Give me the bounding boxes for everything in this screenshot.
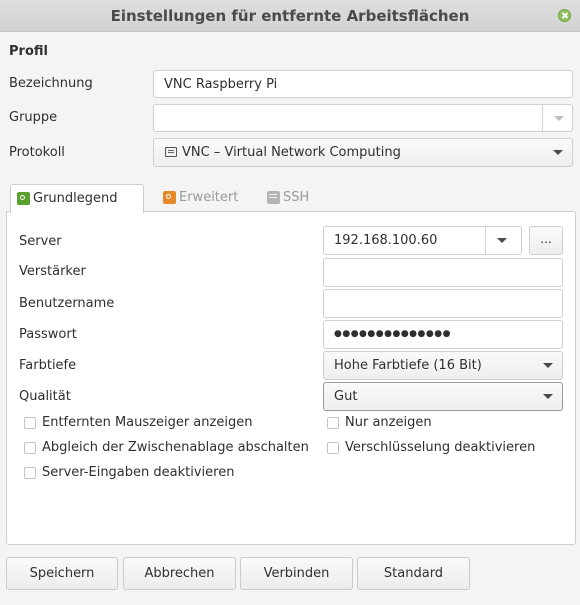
name-value: VNC Raspberry Pi <box>164 77 278 92</box>
group-combo[interactable] <box>153 104 573 132</box>
disable-clipboard-checkbox[interactable] <box>24 442 36 454</box>
quality-value: Gut <box>334 389 358 404</box>
window-title: Einstellungen für entfernte Arbeitsfläch… <box>110 7 470 25</box>
password-value: ●●●●●●●●●●●●●● <box>334 329 451 339</box>
advanced-tab-icon <box>163 191 176 204</box>
username-field[interactable] <box>323 289 563 318</box>
show-cursor-checkbox[interactable] <box>24 417 36 429</box>
view-only-label[interactable]: Nur anzeigen <box>345 415 432 430</box>
username-label: Benutzername <box>19 296 115 311</box>
quality-select[interactable]: Gut <box>323 382 563 411</box>
colordepth-value: Hohe Farbtiefe (16 Bit) <box>334 358 482 373</box>
monitor-icon <box>165 147 177 157</box>
browse-button-label: ... <box>540 232 552 246</box>
connect-button[interactable]: Verbinden <box>240 557 353 590</box>
chevron-down-icon[interactable] <box>532 352 562 379</box>
tab-ssh[interactable]: SSH <box>261 184 321 212</box>
cancel-button[interactable]: Abbrechen <box>123 557 236 590</box>
view-only-checkbox[interactable] <box>327 417 339 429</box>
disable-encryption-label[interactable]: Verschlüsselung deaktivieren <box>345 440 535 455</box>
protocol-label: Protokoll <box>9 145 65 160</box>
protocol-select[interactable]: VNC – Virtual Network Computing <box>153 138 573 167</box>
disable-encryption-checkbox[interactable] <box>327 442 339 454</box>
tab-basic[interactable]: Grundlegend <box>10 184 144 213</box>
quality-label: Qualität <box>19 389 71 404</box>
save-button[interactable]: Speichern <box>6 557 118 590</box>
group-label: Gruppe <box>9 110 58 125</box>
repeater-field[interactable] <box>323 258 563 287</box>
disable-server-input-label[interactable]: Server-Eingaben deaktivieren <box>42 465 234 480</box>
browse-server-button[interactable]: ... <box>529 226 563 255</box>
disable-clipboard-label[interactable]: Abgleich der Zwischenablage abschalten <box>42 440 309 455</box>
basic-tab-icon <box>17 192 30 205</box>
disable-server-input-checkbox[interactable] <box>24 467 36 479</box>
profile-section-title: Profil <box>9 44 48 59</box>
basic-panel: Server 192.168.100.60 ... Verstärker Ben… <box>6 211 576 545</box>
chevron-down-icon[interactable] <box>532 383 562 410</box>
colordepth-label: Farbtiefe <box>19 358 77 373</box>
server-label: Server <box>19 234 62 249</box>
settings-window: Einstellungen für entfernte Arbeitsfläch… <box>0 0 580 605</box>
password-label: Passwort <box>19 327 77 342</box>
name-field[interactable]: VNC Raspberry Pi <box>153 70 573 98</box>
chevron-down-icon[interactable] <box>542 139 572 166</box>
tab-basic-label: Grundlegend <box>33 191 118 206</box>
tab-advanced[interactable]: Erweitert <box>157 184 247 212</box>
show-cursor-label[interactable]: Entfernten Mauszeiger anzeigen <box>42 415 252 430</box>
server-value: 192.168.100.60 <box>334 233 438 248</box>
ssh-tab-icon <box>267 191 280 204</box>
default-button[interactable]: Standard <box>357 557 470 590</box>
title-bar: Einstellungen für entfernte Arbeitsfläch… <box>0 0 580 32</box>
protocol-value: VNC – Virtual Network Computing <box>182 145 401 160</box>
close-icon[interactable] <box>558 9 571 22</box>
tab-ssh-label: SSH <box>283 190 310 205</box>
colordepth-select[interactable]: Hohe Farbtiefe (16 Bit) <box>323 351 563 380</box>
server-combo[interactable]: 192.168.100.60 <box>323 226 522 255</box>
chevron-down-icon[interactable] <box>485 227 521 254</box>
repeater-label: Verstärker <box>19 264 86 279</box>
name-label: Bezeichnung <box>9 76 93 91</box>
chevron-down-icon[interactable] <box>542 105 572 131</box>
password-field[interactable]: ●●●●●●●●●●●●●● <box>323 320 563 349</box>
tab-advanced-label: Erweitert <box>179 190 239 205</box>
